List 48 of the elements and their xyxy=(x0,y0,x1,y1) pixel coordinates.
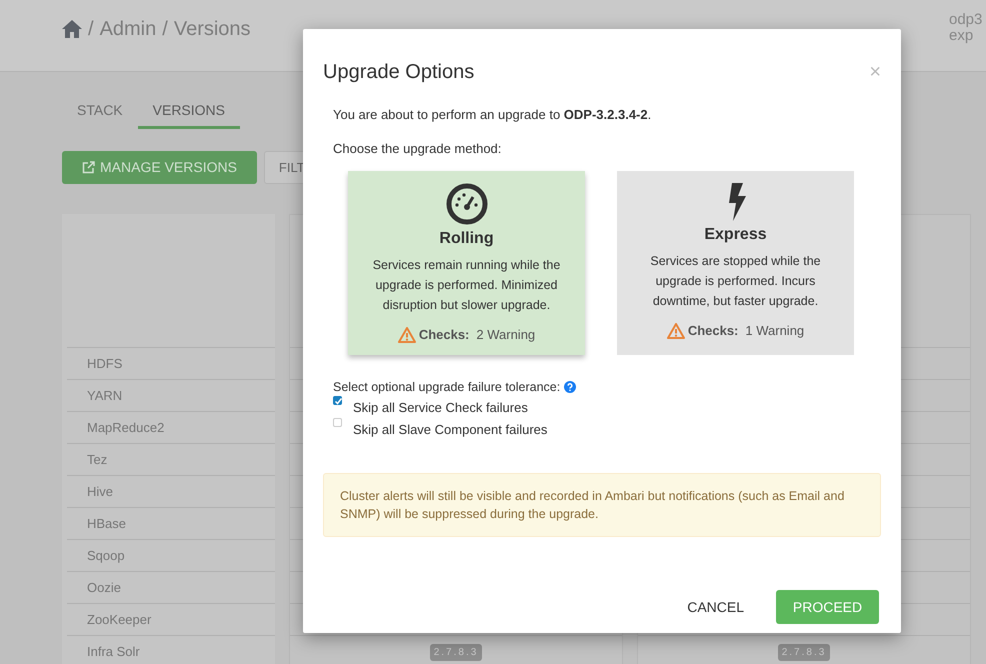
breadcrumb-item[interactable]: Admin xyxy=(100,14,156,44)
service-name: Oozie xyxy=(87,580,121,595)
checkbox[interactable] xyxy=(333,418,342,428)
option-description: Services are stopped while the upgrade is performed. Incurs downtime, but faster upgrade. xyxy=(649,253,822,310)
warning-icon xyxy=(666,322,685,339)
method-prompt: Choose the upgrade method: xyxy=(333,140,502,158)
service-name: Sqoop xyxy=(87,548,125,563)
option-title: Express xyxy=(704,225,767,245)
service-name: Hive xyxy=(87,484,114,499)
proceed-button[interactable]: PROCEED xyxy=(776,590,879,624)
service-name: YARN xyxy=(87,388,122,403)
help-icon[interactable] xyxy=(564,380,576,393)
intro-text: You are about to perform an upgrade to ODP-3.2.3.4-2. xyxy=(333,106,652,124)
breadcrumb-item: Versions xyxy=(174,17,251,42)
checkbox-label: Skip all Slave Component failures xyxy=(353,421,548,440)
alert-message: Cluster alerts will still be visible and recorded in Ambari but notifications (such as Email and SNMP) will be suppressed during the upgrade. xyxy=(323,473,881,538)
option-description: Services remain running while the upgrade is performed. Minimized disruption but slower upgrade. xyxy=(372,257,562,314)
checks-value: 1 Warning xyxy=(745,322,804,340)
external-link-icon xyxy=(82,161,95,174)
service-name: Infra Solr xyxy=(87,644,140,659)
manage-versions-button[interactable]: MANAGE VERSIONS xyxy=(62,151,257,184)
user-name[interactable]: odp3 exp xyxy=(949,12,982,44)
checkbox[interactable] xyxy=(333,396,342,406)
tolerance-label: Select optional upgrade failure tolerance: xyxy=(333,378,560,396)
cancel-button[interactable]: CANCEL xyxy=(687,596,744,618)
checks-value: 2 Warning xyxy=(476,326,536,344)
tab[interactable]: STACK xyxy=(62,100,138,129)
checks-label: Checks: xyxy=(688,322,738,340)
service-name: MapReduce2 xyxy=(87,420,164,435)
breadcrumb-separator: / xyxy=(88,17,94,42)
tab[interactable]: VERSIONS xyxy=(138,100,240,129)
service-name: HBase xyxy=(87,516,126,531)
checkbox-label: Skip all Service Check failures xyxy=(353,399,528,418)
upgrade-option-card[interactable]: Rolling Services remain running while the upgrade is performed. Minimized disruption but slower upgrade. Checks: 2 Warning xyxy=(348,171,585,354)
close-button[interactable]: × xyxy=(869,62,881,82)
breadcrumb-separator: / xyxy=(162,17,168,42)
upgrade-option-card[interactable]: Express Services are stopped while the upgrade is performed. Incurs downtime, but faster upgrade. Checks: 1 Warning xyxy=(617,171,854,354)
version-badge: 2.7.8.3 xyxy=(430,644,482,661)
option-title: Rolling xyxy=(439,229,494,249)
home-icon[interactable] xyxy=(62,20,82,38)
service-name: Tez xyxy=(87,452,108,467)
version-badge: 2.7.8.3 xyxy=(778,644,830,661)
checks-label: Checks: xyxy=(418,326,470,344)
service-name: HDFS xyxy=(87,356,122,371)
modal-title: Upgrade Options xyxy=(323,60,474,84)
warning-icon xyxy=(398,326,416,343)
service-name: ZooKeeper xyxy=(87,612,152,627)
gauge-icon xyxy=(446,183,488,225)
